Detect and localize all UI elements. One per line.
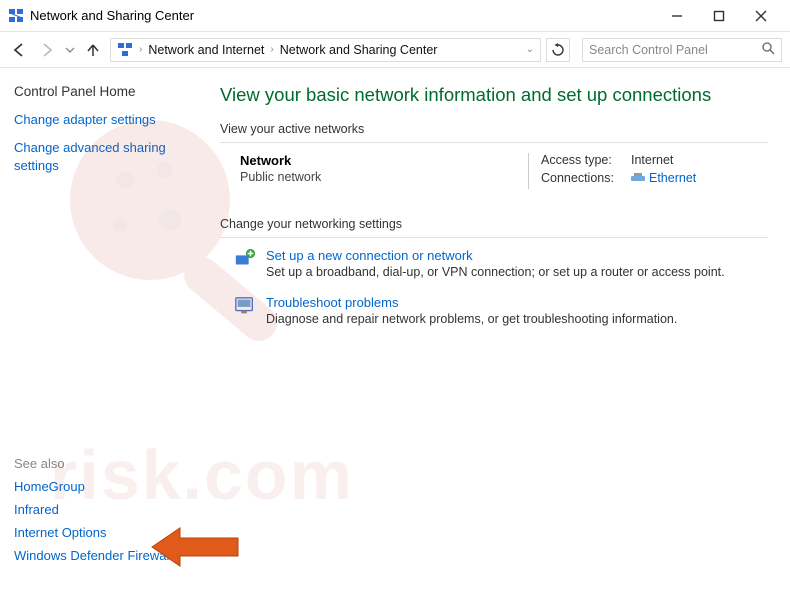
troubleshoot-icon [234,295,256,317]
refresh-button[interactable] [546,38,570,62]
chevron-down-icon[interactable]: ⌄ [526,44,534,55]
sidebar: Control Panel Home Change adapter settin… [0,68,210,595]
see-also-homegroup[interactable]: HomeGroup [14,479,196,494]
navigation-bar: › Network and Internet › Network and Sha… [0,32,790,68]
network-icon [117,42,133,58]
connection-ethernet-link[interactable]: Ethernet [631,171,696,185]
page-title: View your basic network information and … [220,84,768,106]
sidebar-change-adapter[interactable]: Change adapter settings [14,111,196,129]
back-button[interactable] [8,39,30,61]
ethernet-icon [631,173,645,183]
setup-connection-item: Set up a new connection or network Set u… [234,248,768,279]
setup-connection-desc: Set up a broadband, dial-up, or VPN conn… [266,265,725,279]
search-icon [762,42,775,58]
main-content: View your basic network information and … [210,68,790,595]
view-active-heading: View your active networks [220,122,768,143]
chevron-right-icon: › [270,44,273,55]
setup-connection-icon [234,248,256,270]
active-network-block: Network Public network Access type: Inte… [240,153,768,189]
access-type-value: Internet [631,153,673,167]
setup-connection-link[interactable]: Set up a new connection or network [266,248,725,263]
close-button[interactable] [740,2,782,30]
network-type: Public network [240,170,528,184]
minimize-button[interactable] [656,2,698,30]
annotation-arrow-icon [150,524,240,570]
access-type-label: Access type: [541,153,631,167]
maximize-button[interactable] [698,2,740,30]
network-name: Network [240,153,528,168]
breadcrumb-network-internet[interactable]: Network and Internet [148,43,264,57]
chevron-right-icon: › [139,44,142,55]
see-also-heading: See also [14,456,196,471]
search-input[interactable]: Search Control Panel [582,38,782,62]
forward-button[interactable] [36,39,58,61]
connections-label: Connections: [541,171,631,185]
troubleshoot-link[interactable]: Troubleshoot problems [266,295,677,310]
sidebar-advanced-sharing[interactable]: Change advanced sharing settings [14,139,196,175]
troubleshoot-desc: Diagnose and repair network problems, or… [266,312,677,326]
change-settings-heading: Change your networking settings [220,217,768,238]
app-icon [8,8,24,24]
window-title: Network and Sharing Center [30,8,194,23]
title-bar: Network and Sharing Center [0,0,790,32]
control-panel-home-link[interactable]: Control Panel Home [14,84,196,99]
recent-dropdown[interactable] [64,39,76,61]
search-placeholder: Search Control Panel [589,43,708,57]
see-also-infrared[interactable]: Infrared [14,502,196,517]
breadcrumb[interactable]: › Network and Internet › Network and Sha… [110,38,541,62]
breadcrumb-sharing-center[interactable]: Network and Sharing Center [280,43,438,57]
troubleshoot-item: Troubleshoot problems Diagnose and repai… [234,295,768,326]
up-button[interactable] [82,39,104,61]
